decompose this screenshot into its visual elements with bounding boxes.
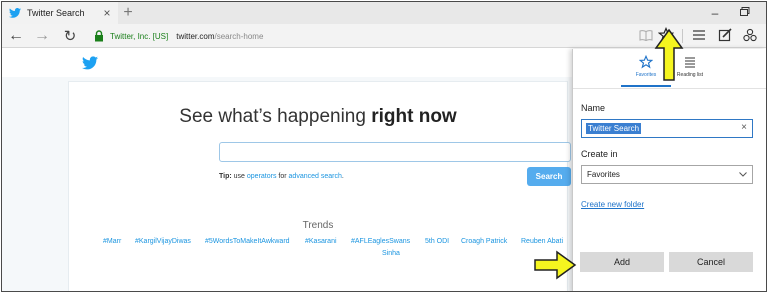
favorites-star-icon xyxy=(639,55,653,69)
address-bar[interactable]: Twitter, Inc. [US] twitter.com /search-h… xyxy=(94,27,660,45)
minimize-button[interactable]: – xyxy=(706,5,724,21)
headline-regular: See what’s happening xyxy=(179,106,372,127)
headline-bold: right now xyxy=(371,106,457,127)
tip-end: . xyxy=(341,173,344,180)
trend-link[interactable]: #Kasarani xyxy=(305,238,337,245)
trend-link[interactable]: #KargilVijayDiwas xyxy=(135,238,191,245)
annotation-arrow-right-icon xyxy=(534,250,577,280)
trends-title: Trends xyxy=(302,220,334,231)
new-tab-button[interactable]: + xyxy=(120,4,136,22)
search-card: See what’s happening right now Tip: use … xyxy=(68,81,571,291)
trend-link[interactable]: #AFLEaglesSwans xyxy=(351,238,410,245)
forward-arrow-icon[interactable]: → xyxy=(32,26,52,46)
trend-link[interactable]: #Marr xyxy=(103,238,121,245)
chevron-down-icon xyxy=(739,172,747,177)
favorite-name-value: Twitter Search xyxy=(586,123,642,134)
navigation-bar: ← → ↻ Twitter, Inc. [US] twitter.com /se… xyxy=(2,24,766,48)
page-headline: See what’s happening right now xyxy=(69,106,567,128)
tab-close-icon[interactable]: × xyxy=(100,6,114,20)
add-favorite-flyout: Favorites Reading list Name Twitter Sear… xyxy=(572,49,766,291)
annotation-arrow-up-icon xyxy=(654,28,684,81)
restore-window-icon[interactable] xyxy=(740,7,750,16)
create-in-select[interactable]: Favorites xyxy=(581,165,753,184)
clear-icon[interactable]: × xyxy=(741,122,747,133)
advanced-search-link[interactable]: advanced search xyxy=(289,173,342,180)
web-note-icon[interactable] xyxy=(718,28,732,42)
create-in-label: Create in xyxy=(581,149,618,159)
site-identity[interactable]: Twitter, Inc. [US] xyxy=(110,32,168,41)
search-input[interactable] xyxy=(219,142,571,162)
tab-twitter-search[interactable]: Twitter Search × xyxy=(2,2,118,24)
reading-view-icon[interactable] xyxy=(639,28,653,42)
twitter-bird-icon xyxy=(8,6,22,20)
trend-link[interactable]: Reuben Abati xyxy=(521,238,563,245)
tip-prefix: Tip: xyxy=(219,173,232,180)
trend-link[interactable]: Croagh Patrick xyxy=(461,238,507,245)
back-arrow-icon[interactable]: ← xyxy=(6,26,26,46)
hub-icon[interactable] xyxy=(692,29,706,41)
trend-link[interactable]: 5th ODI xyxy=(425,238,449,245)
create-in-value: Favorites xyxy=(587,170,620,179)
trend-link[interactable]: Sinha xyxy=(382,250,400,257)
tab-strip: Twitter Search × + – xyxy=(2,2,766,24)
search-button[interactable]: Search xyxy=(527,167,571,186)
url-path: /search-home xyxy=(214,31,264,41)
name-label: Name xyxy=(581,103,606,113)
cancel-button[interactable]: Cancel xyxy=(669,252,753,272)
operators-link[interactable]: operators xyxy=(247,173,277,180)
refresh-icon[interactable]: ↻ xyxy=(60,26,80,46)
lock-icon xyxy=(95,30,103,42)
create-new-folder-link[interactable]: Create new folder xyxy=(581,200,644,209)
twitter-logo-icon[interactable] xyxy=(82,56,98,70)
tip-use: use xyxy=(231,173,247,180)
trend-link[interactable]: #5WordsToMakeItAwkward xyxy=(205,238,290,245)
reading-list-icon xyxy=(685,57,695,68)
share-icon[interactable] xyxy=(743,28,757,42)
url-host: twitter.com xyxy=(176,31,215,41)
search-tip: Tip: use operators for advanced search. xyxy=(219,173,344,180)
tab-title: Twitter Search xyxy=(27,8,85,18)
browser-window: Twitter Search × + – ← → ↻ Twitter, Inc.… xyxy=(1,1,767,292)
add-button[interactable]: Add xyxy=(580,252,664,272)
favorite-name-input[interactable]: Twitter Search × xyxy=(581,119,753,138)
tip-for: for xyxy=(276,173,289,180)
